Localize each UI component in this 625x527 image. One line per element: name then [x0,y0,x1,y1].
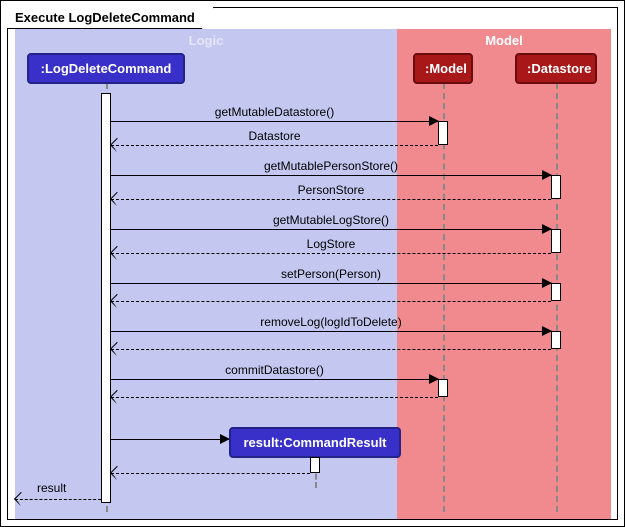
participant-result: result:CommandResult [229,427,401,458]
region-logic-label: Logic [15,29,397,52]
msg-getMutableLogStore: getMutableLogStore() [111,215,551,231]
msg-label: getMutablePersonStore() [111,159,551,173]
return-commit [111,383,438,399]
activation-ds-1 [551,175,561,199]
activation-ds-2 [551,229,561,253]
activation-ds-3 [551,283,561,301]
msg-getMutableDatastore: getMutableDatastore() [111,107,438,123]
activation-result [310,457,320,473]
participant-datastore: :Datastore [515,53,597,84]
activation-model-1 [438,121,448,145]
msg-create-result [111,425,229,441]
frame-title: Execute LogDeleteCommand [7,7,214,29]
return-removeLog [111,335,551,351]
msg-label: removeLog(logIdToDelete) [111,315,551,329]
msg-label: getMutableLogStore() [111,213,551,227]
return-logstore: LogStore [111,239,551,255]
return-datastore: Datastore [111,131,438,147]
msg-getMutablePersonStore: getMutablePersonStore() [111,161,551,177]
msg-label: LogStore [111,237,551,251]
msg-label: PersonStore [111,183,551,197]
msg-commitDatastore: commitDatastore() [111,365,438,381]
return-final [15,485,101,501]
return-setPerson [111,287,551,303]
msg-label: setPerson(Person) [111,267,551,281]
msg-removeLog: removeLog(logIdToDelete) [111,317,551,333]
activation-logdelete [101,93,111,503]
sequence-diagram: Execute LogDeleteCommand Logic Model :Lo… [0,0,625,527]
return-personstore: PersonStore [111,185,551,201]
msg-label: Datastore [111,129,438,143]
activation-ds-4 [551,331,561,349]
msg-label: getMutableDatastore() [111,105,438,119]
participant-model: :Model [413,53,473,84]
activation-model-2 [438,379,448,397]
msg-setPerson: setPerson(Person) [111,269,551,285]
participant-logdelete: :LogDeleteCommand [27,53,185,84]
region-model-label: Model [397,29,611,52]
msg-label: commitDatastore() [111,363,438,377]
return-result-create [111,459,310,475]
